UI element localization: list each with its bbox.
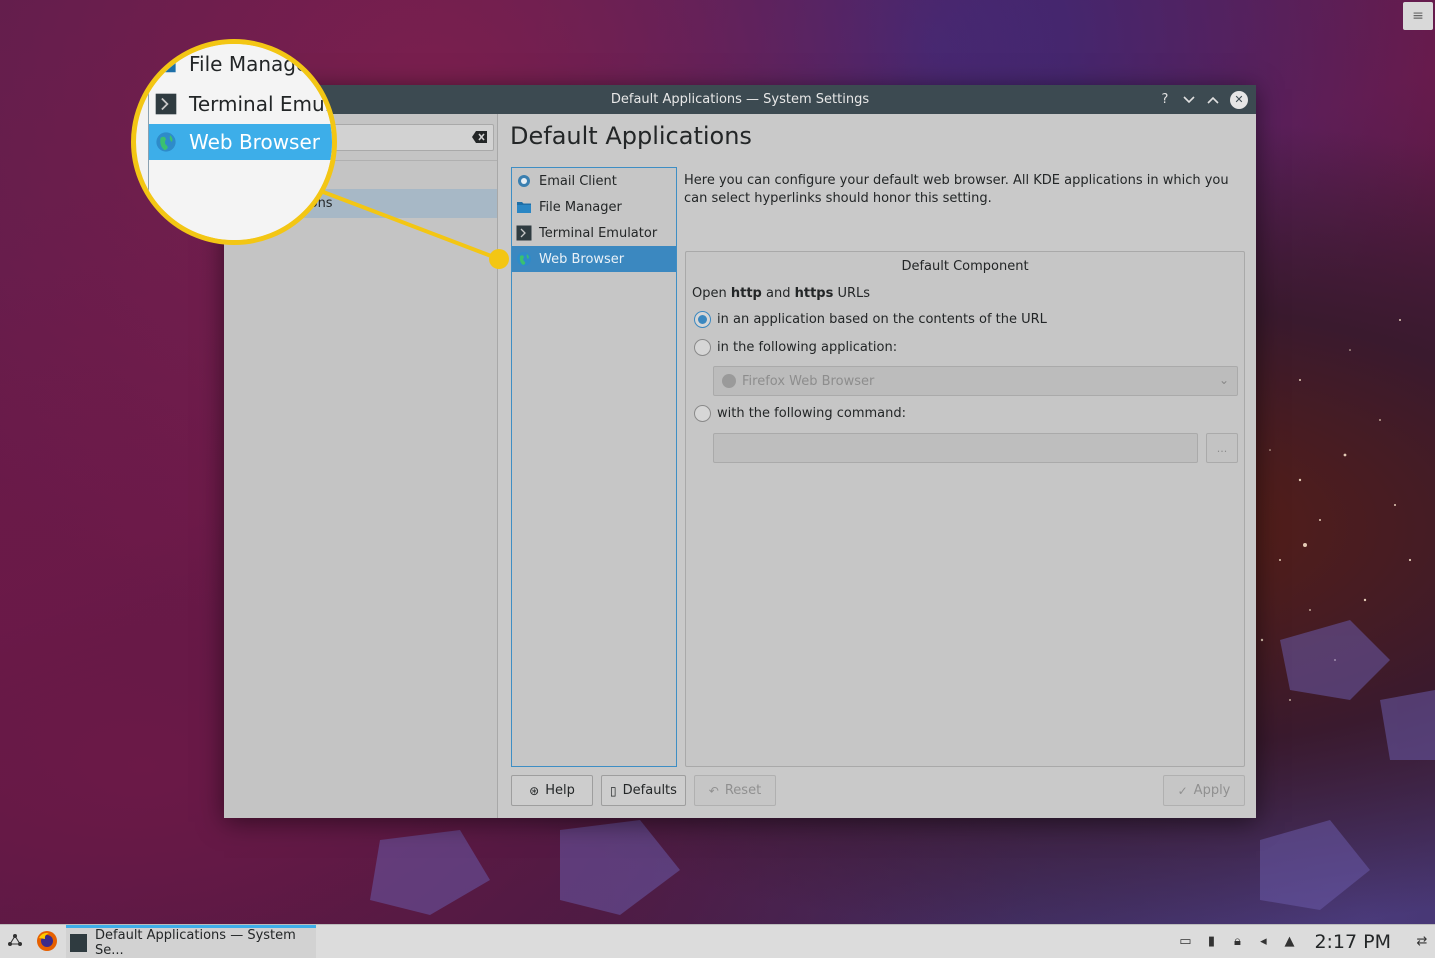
application-select[interactable]: Firefox Web Browser ⌄ (713, 366, 1238, 396)
list-item-email-client[interactable]: Email Client (512, 168, 676, 194)
radio-option-url-based[interactable]: in an application based on the contents … (694, 311, 1047, 328)
system-tray: ▭ ▮ 🔒︎ ◂ ▲ 2:17 PM ⇄ (1172, 925, 1435, 958)
open-urls-label: Open http and https URLs (692, 286, 871, 301)
email-client-icon (518, 175, 530, 187)
terminal-icon (516, 225, 532, 241)
volume-muted-icon[interactable]: ◂ (1255, 934, 1271, 950)
reset-button[interactable]: ↶ Reset (694, 775, 776, 806)
checkmark-icon: ✓ (1177, 783, 1188, 798)
radio-button[interactable] (694, 405, 711, 422)
lifebuoy-icon: ⊛ (529, 783, 540, 798)
taskbar-item-label: Default Applications — System Se... (95, 928, 296, 958)
window-titlebar[interactable]: Default Applications — System Settings ?… (224, 85, 1256, 114)
panel-settings-icon[interactable]: ⇄ (1414, 934, 1430, 950)
component-list: Email Client File Manager Terminal Emula… (511, 167, 677, 767)
help-icon[interactable]: ? (1158, 92, 1172, 107)
apply-button[interactable]: ✓ Apply (1163, 775, 1245, 806)
desktop-menu-button[interactable]: ≡ (1403, 2, 1433, 30)
magnified-web-browser: Web Browser (149, 124, 332, 160)
list-item-label: Terminal Emulator (539, 225, 658, 241)
page-title: Default Applications (510, 122, 752, 150)
firefox-icon[interactable] (36, 930, 58, 952)
lock-icon[interactable]: 🔒︎ (1229, 934, 1245, 950)
description-text: Here you can configure your default web … (684, 173, 1229, 206)
radio-option-following-command[interactable]: with the following command: (694, 405, 906, 422)
folder-icon (517, 202, 531, 213)
defaults-button[interactable]: ▯ Defaults (601, 775, 686, 806)
globe-icon (517, 252, 531, 266)
command-input[interactable] (713, 433, 1198, 463)
app-launcher-icon[interactable] (6, 932, 24, 950)
search-input[interactable] (324, 124, 494, 151)
clock[interactable]: 2:17 PM (1314, 931, 1391, 953)
radio-button[interactable] (694, 339, 711, 356)
minimize-icon[interactable] (1182, 93, 1196, 107)
usb-device-icon[interactable]: ▮ (1203, 934, 1219, 950)
terminal-icon (155, 93, 177, 115)
magnifier-callout: File Manage Terminal Emula Web Browser (131, 39, 337, 245)
folder-icon (156, 61, 176, 73)
list-item-web-browser[interactable]: Web Browser (512, 246, 676, 272)
document-revert-icon: ▯ (610, 783, 617, 798)
firefox-icon (722, 374, 736, 388)
taskbar: Default Applications — System Se... ▭ ▮ … (0, 924, 1435, 958)
window-title: Default Applications — System Settings (610, 92, 870, 107)
browse-button[interactable]: ... (1206, 433, 1238, 463)
taskbar-item-system-settings[interactable]: Default Applications — System Se... (66, 925, 316, 958)
radio-label: in the following application: (717, 340, 898, 355)
magnified-file-manager: File Manage (149, 46, 332, 82)
list-item-label: Web Browser (539, 251, 625, 267)
list-item-terminal-emulator[interactable]: Terminal Emulator (512, 220, 676, 246)
clear-search-icon[interactable] (471, 129, 489, 145)
group-title: Default Component (901, 259, 1029, 274)
magnified-terminal-emulator: Terminal Emula (149, 86, 332, 122)
list-item-file-manager[interactable]: File Manager (512, 194, 676, 220)
globe-icon (156, 132, 176, 152)
chevron-down-icon: ⌄ (1218, 373, 1229, 387)
display-icon[interactable]: ▭ (1177, 934, 1193, 950)
help-button[interactable]: ⊛ Help (511, 775, 593, 806)
radio-option-following-application[interactable]: in the following application: (694, 339, 897, 356)
list-item-label: Email Client (539, 173, 617, 189)
list-item-label: File Manager (539, 199, 622, 215)
radio-label: with the following command: (717, 406, 907, 421)
application-select-value: Firefox Web Browser (742, 373, 875, 389)
radio-label: in an application based on the contents … (717, 312, 1047, 327)
radio-button-checked[interactable] (694, 311, 711, 328)
system-settings-window: Default Applications — System Settings ?… (224, 85, 1256, 818)
main-content: Default Applications Email Client File M… (510, 114, 1256, 818)
show-hidden-icons-icon[interactable]: ▲ (1281, 934, 1297, 950)
close-icon[interactable]: ✕ (1230, 90, 1248, 109)
default-component-group: Default Component Open http and https UR… (685, 251, 1245, 767)
system-settings-icon (70, 934, 88, 952)
undo-icon: ↶ (708, 783, 719, 798)
maximize-icon[interactable] (1206, 93, 1220, 107)
